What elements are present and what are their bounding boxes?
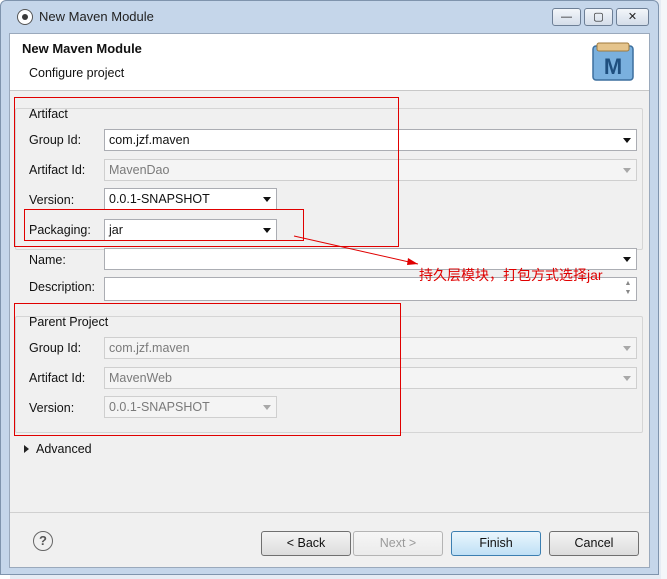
chevron-down-icon[interactable] <box>623 376 631 381</box>
finish-button[interactable]: Finish <box>451 531 541 556</box>
parent-highlight-box <box>14 303 401 436</box>
close-button[interactable]: ✕ <box>616 8 649 26</box>
maximize-button[interactable]: ▢ <box>584 8 613 26</box>
title-bar[interactable]: New Maven Module — ▢ ✕ <box>1 1 658 33</box>
minimize-button[interactable]: — <box>552 8 581 26</box>
cancel-button[interactable]: Cancel <box>549 531 639 556</box>
window-title: New Maven Module <box>39 9 154 24</box>
description-label: Description: <box>29 280 95 294</box>
background-right-strip <box>661 0 667 579</box>
dialog-window: New Maven Module — ▢ ✕ New Maven Module … <box>0 0 659 575</box>
next-button[interactable]: Next > <box>353 531 443 556</box>
scroll-arrows-icon[interactable]: ▲ ▼ <box>622 279 634 299</box>
chevron-down-icon[interactable] <box>623 346 631 351</box>
wizard-header: New Maven Module Configure project M <box>10 34 649 91</box>
help-icon[interactable]: ? <box>33 531 53 551</box>
wizard-title: New Maven Module <box>22 41 142 56</box>
packaging-highlight-box <box>24 209 304 241</box>
chevron-down-icon[interactable] <box>623 138 631 143</box>
chevron-down-icon[interactable] <box>623 168 631 173</box>
name-label: Name: <box>29 253 66 267</box>
maven-logo-icon: M <box>592 42 634 81</box>
back-button[interactable]: < Back <box>261 531 351 556</box>
advanced-toggle[interactable]: Advanced <box>36 442 92 456</box>
maven-logo-letter: M <box>604 54 622 79</box>
annotation-text: 持久层模块，打包方式选择jar <box>419 267 603 283</box>
footer-separator <box>10 512 649 513</box>
wizard-subtitle: Configure project <box>29 66 125 80</box>
chevron-down-icon[interactable] <box>623 257 631 262</box>
eclipse-app-icon <box>17 9 33 25</box>
annotation-arrow-icon <box>293 235 419 265</box>
expand-arrow-icon[interactable] <box>24 445 29 453</box>
